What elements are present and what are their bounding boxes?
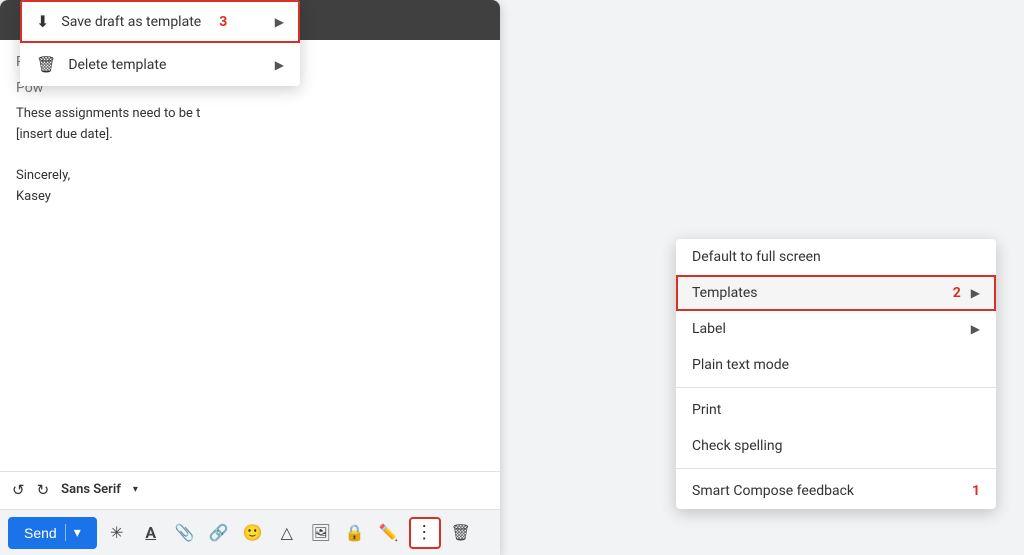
menu-divider-1 (676, 387, 996, 388)
font-selector[interactable]: Sans Serif (61, 482, 121, 497)
photo-icon[interactable]: 🖼 (307, 519, 335, 547)
menu-item-spell-check[interactable]: Check spelling (676, 428, 996, 464)
emoji-icon[interactable]: 🙂 (239, 519, 267, 547)
templates-arrow-icon: ▶ (971, 286, 980, 300)
save-draft-arrow-icon: ▶ (275, 15, 284, 29)
more-options-button[interactable]: ⋮ (409, 517, 441, 549)
compose-toolbar: Send ▾ ✳ A 📎 🔗 🙂 △ 🖼 🔒 ✏️ ⋮ 🗑 (0, 509, 500, 555)
menu-item-print[interactable]: Print (676, 392, 996, 428)
compose-body-text: These assignments need to be t [insert d… (16, 104, 484, 208)
menu-item-smart-compose[interactable]: Smart Compose feedback 1 (676, 473, 996, 509)
send-dropdown-icon[interactable]: ▾ (65, 524, 81, 541)
attach-icon[interactable]: 📎 (171, 519, 199, 547)
step3-badge: 3 (219, 14, 227, 30)
trash-icon[interactable]: 🗑 (447, 519, 475, 547)
step2-badge: 2 (953, 285, 961, 301)
pencil-icon[interactable]: ✏️ (375, 519, 403, 547)
menu-item-fullscreen[interactable]: Default to full screen (676, 239, 996, 275)
delete-template-arrow-icon: ▶ (275, 58, 284, 72)
format-bar: ↺ ↻ Sans Serif ▾ (0, 471, 500, 507)
save-draft-icon: ⬇ (36, 12, 49, 31)
context-menu: Default to full screen Templates 2 ▶ Lab… (676, 239, 996, 509)
redo-icon[interactable]: ↻ (37, 481, 50, 499)
step1-badge: 1 (972, 483, 980, 499)
menu-divider-2 (676, 468, 996, 469)
undo-icon[interactable]: ↺ (12, 481, 25, 499)
menu-item-plain-text[interactable]: Plain text mode (676, 347, 996, 383)
drive-icon[interactable]: △ (273, 519, 301, 547)
menu-item-label[interactable]: Label ▶ (676, 311, 996, 347)
send-button[interactable]: Send ▾ (8, 517, 97, 549)
text-format-icon[interactable]: A (137, 519, 165, 547)
menu-item-templates[interactable]: Templates 2 ▶ (676, 275, 996, 311)
templates-submenu: ⬇ Save draft as template 3 ▶ 🗑 Delete te… (20, 0, 300, 86)
submenu-item-save-draft[interactable]: ⬇ Save draft as template 3 ▶ (20, 0, 300, 43)
label-arrow-icon: ▶ (971, 322, 980, 336)
sparkle-icon[interactable]: ✳ (103, 519, 131, 547)
delete-template-icon: 🗑 (36, 55, 56, 74)
link-icon[interactable]: 🔗 (205, 519, 233, 547)
font-arrow-icon[interactable]: ▾ (133, 484, 138, 495)
submenu-item-delete-template[interactable]: 🗑 Delete template ▶ (20, 43, 300, 86)
lock-icon[interactable]: 🔒 (341, 519, 369, 547)
